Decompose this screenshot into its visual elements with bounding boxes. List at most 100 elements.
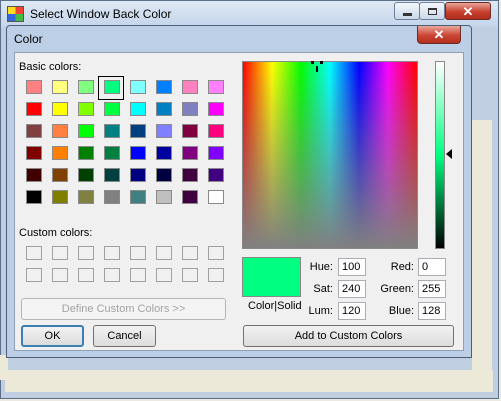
basic-color-swatch[interactable] — [104, 102, 120, 116]
basic-color-swatch[interactable] — [26, 168, 42, 182]
basic-color-swatch[interactable] — [26, 124, 42, 138]
basic-color-swatch[interactable] — [130, 102, 146, 116]
custom-color-swatch[interactable] — [208, 268, 224, 282]
custom-color-swatch[interactable] — [130, 246, 146, 260]
basic-color-swatch[interactable] — [208, 190, 224, 204]
custom-color-swatch[interactable] — [156, 268, 172, 282]
custom-color-swatch[interactable] — [182, 268, 198, 282]
lum-field[interactable]: 120 — [338, 302, 366, 320]
custom-color-swatch[interactable] — [104, 246, 120, 260]
green-field[interactable]: 255 — [418, 280, 446, 298]
basic-color-swatch[interactable] — [182, 168, 198, 182]
basic-color-swatch[interactable] — [52, 190, 68, 204]
red-label: Red: — [390, 261, 414, 273]
basic-color-swatch[interactable] — [208, 146, 224, 160]
basic-color-swatch[interactable] — [26, 102, 42, 116]
basic-color-swatch[interactable] — [130, 168, 146, 182]
close-icon: ✕ — [462, 3, 474, 19]
minimize-icon — [402, 12, 412, 16]
custom-color-swatch[interactable] — [104, 268, 120, 282]
outer-window-background — [472, 120, 492, 375]
custom-color-swatch[interactable] — [52, 246, 68, 260]
basic-color-swatch[interactable] — [182, 102, 198, 116]
hue-label: Hue: — [309, 261, 333, 273]
basic-color-swatch[interactable] — [182, 124, 198, 138]
basic-color-swatch[interactable] — [52, 146, 68, 160]
cancel-button[interactable]: Cancel — [93, 325, 156, 347]
basic-color-swatch[interactable] — [130, 190, 146, 204]
outer-window-title: Select Window Back Color — [30, 7, 172, 21]
basic-color-swatch[interactable] — [78, 190, 94, 204]
custom-color-swatch[interactable] — [182, 246, 198, 260]
close-button[interactable]: ✕ — [445, 2, 491, 20]
basic-color-swatch[interactable] — [52, 124, 68, 138]
basic-color-swatch[interactable] — [78, 168, 94, 182]
basic-color-swatch[interactable] — [52, 102, 68, 116]
basic-color-swatch[interactable] — [208, 102, 224, 116]
ok-button[interactable]: OK — [21, 325, 84, 347]
basic-color-swatch[interactable] — [208, 168, 224, 182]
maximize-button[interactable] — [419, 2, 445, 20]
custom-color-swatch[interactable] — [78, 246, 94, 260]
luminosity-arrow-icon[interactable] — [446, 149, 452, 159]
sat-field[interactable]: 240 — [338, 280, 366, 298]
define-custom-colors-button[interactable]: Define Custom Colors >> — [21, 298, 226, 320]
basic-color-swatch[interactable] — [182, 190, 198, 204]
basic-color-swatch[interactable] — [26, 146, 42, 160]
sat-label: Sat: — [313, 283, 333, 295]
basic-color-swatch[interactable] — [208, 80, 224, 94]
basic-color-swatch[interactable] — [156, 190, 172, 204]
custom-color-swatch[interactable] — [156, 246, 172, 260]
basic-color-swatch[interactable] — [130, 146, 146, 160]
basic-color-swatch[interactable] — [52, 80, 68, 94]
hue-field[interactable]: 100 — [338, 258, 366, 276]
minimize-button[interactable] — [394, 2, 420, 20]
basic-colors-label: Basic colors: — [19, 61, 82, 73]
basic-color-swatch[interactable] — [130, 124, 146, 138]
basic-color-swatch[interactable] — [104, 168, 120, 182]
custom-color-swatch[interactable] — [208, 246, 224, 260]
basic-color-swatch[interactable] — [156, 146, 172, 160]
crosshair-icon[interactable] — [305, 57, 329, 75]
custom-color-swatch[interactable] — [78, 268, 94, 282]
basic-color-swatch[interactable] — [182, 80, 198, 94]
outer-window-background — [5, 370, 493, 392]
basic-color-swatch[interactable] — [104, 146, 120, 160]
basic-color-swatch[interactable] — [156, 102, 172, 116]
dialog-title: Color — [14, 32, 43, 46]
basic-color-swatch[interactable] — [208, 124, 224, 138]
basic-color-swatch[interactable] — [104, 190, 120, 204]
blue-label: Blue: — [388, 305, 414, 317]
basic-color-swatch[interactable] — [78, 80, 94, 94]
selected-swatch-focus — [98, 76, 124, 100]
luminosity-slider[interactable] — [435, 61, 445, 249]
basic-color-swatch[interactable] — [130, 80, 146, 94]
lum-label: Lum: — [308, 305, 333, 317]
basic-color-swatch[interactable] — [104, 124, 120, 138]
basic-color-swatch[interactable] — [26, 80, 42, 94]
basic-color-swatch[interactable] — [156, 80, 172, 94]
outer-window-background — [0, 355, 8, 380]
basic-color-swatch[interactable] — [156, 168, 172, 182]
custom-colors-label: Custom colors: — [19, 227, 93, 239]
custom-color-swatch[interactable] — [26, 268, 42, 282]
add-to-custom-colors-button[interactable]: Add to Custom Colors — [243, 325, 454, 347]
basic-color-swatch[interactable] — [78, 124, 94, 138]
custom-color-swatch[interactable] — [130, 268, 146, 282]
basic-color-swatch[interactable] — [78, 146, 94, 160]
blue-field[interactable]: 128 — [418, 302, 446, 320]
app-icon — [7, 6, 24, 22]
custom-color-swatch[interactable] — [52, 268, 68, 282]
close-icon: ✕ — [433, 27, 445, 42]
basic-color-swatch[interactable] — [26, 190, 42, 204]
basic-color-swatch[interactable] — [78, 102, 94, 116]
maximize-icon — [427, 7, 437, 15]
green-label: Green: — [380, 283, 414, 295]
dialog-close-button[interactable]: ✕ — [417, 26, 461, 44]
basic-color-swatch[interactable] — [156, 124, 172, 138]
basic-color-swatch[interactable] — [52, 168, 68, 182]
color-spectrum[interactable] — [242, 61, 418, 249]
basic-color-swatch[interactable] — [182, 146, 198, 160]
custom-color-swatch[interactable] — [26, 246, 42, 260]
red-field[interactable]: 0 — [418, 258, 446, 276]
